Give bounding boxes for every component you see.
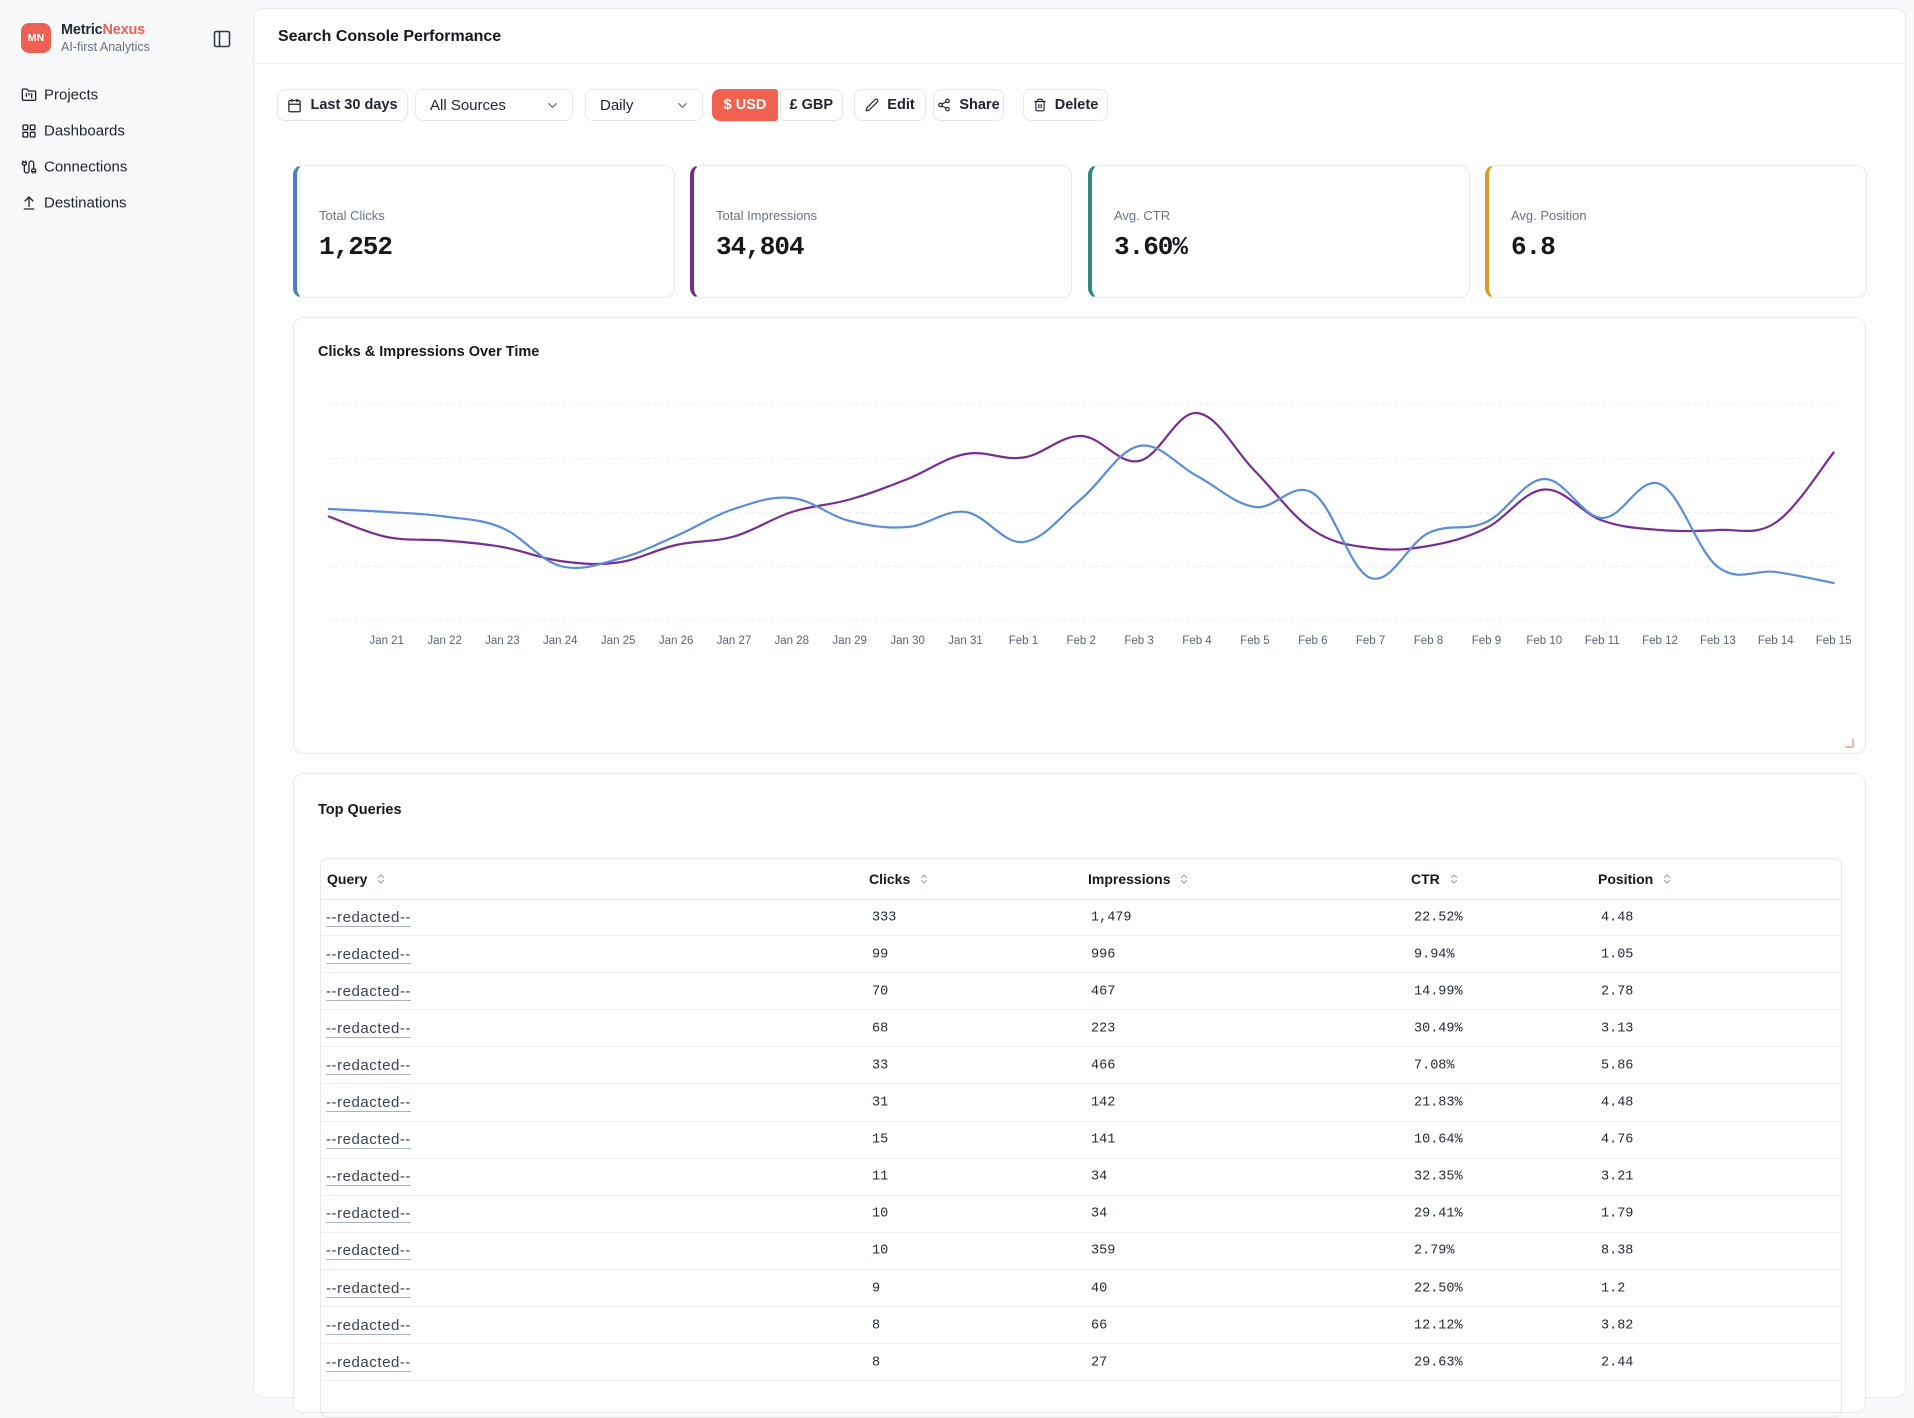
svg-text:Feb 8: Feb 8 xyxy=(1414,635,1443,647)
svg-text:Feb 1: Feb 1 xyxy=(1009,635,1038,647)
svg-text:Jan 28: Jan 28 xyxy=(775,635,810,647)
svg-text:Feb 10: Feb 10 xyxy=(1526,635,1562,647)
svg-text:Jan 23: Jan 23 xyxy=(485,635,520,647)
svg-text:Jan 21: Jan 21 xyxy=(369,635,404,647)
svg-text:Feb 5: Feb 5 xyxy=(1240,635,1269,647)
svg-text:Feb 3: Feb 3 xyxy=(1124,635,1153,647)
svg-text:Feb 4: Feb 4 xyxy=(1182,635,1212,647)
svg-text:Feb 2: Feb 2 xyxy=(1066,635,1095,647)
svg-text:Feb 6: Feb 6 xyxy=(1298,635,1327,647)
svg-text:Jan 27: Jan 27 xyxy=(717,635,752,647)
svg-text:Jan 31: Jan 31 xyxy=(948,635,983,647)
svg-text:Feb 15: Feb 15 xyxy=(1816,635,1852,647)
svg-text:Jan 25: Jan 25 xyxy=(601,635,636,647)
svg-text:Jan 30: Jan 30 xyxy=(890,635,925,647)
svg-text:Feb 14: Feb 14 xyxy=(1758,635,1794,647)
svg-text:Jan 24: Jan 24 xyxy=(543,635,578,647)
svg-text:Feb 11: Feb 11 xyxy=(1585,635,1620,647)
svg-text:Feb 13: Feb 13 xyxy=(1700,635,1736,647)
svg-text:Feb 12: Feb 12 xyxy=(1642,635,1678,647)
svg-text:Jan 29: Jan 29 xyxy=(832,635,867,647)
svg-text:Feb 9: Feb 9 xyxy=(1472,635,1501,647)
svg-text:Jan 22: Jan 22 xyxy=(427,635,462,647)
svg-text:Feb 7: Feb 7 xyxy=(1356,635,1385,647)
svg-text:Jan 26: Jan 26 xyxy=(659,635,694,647)
